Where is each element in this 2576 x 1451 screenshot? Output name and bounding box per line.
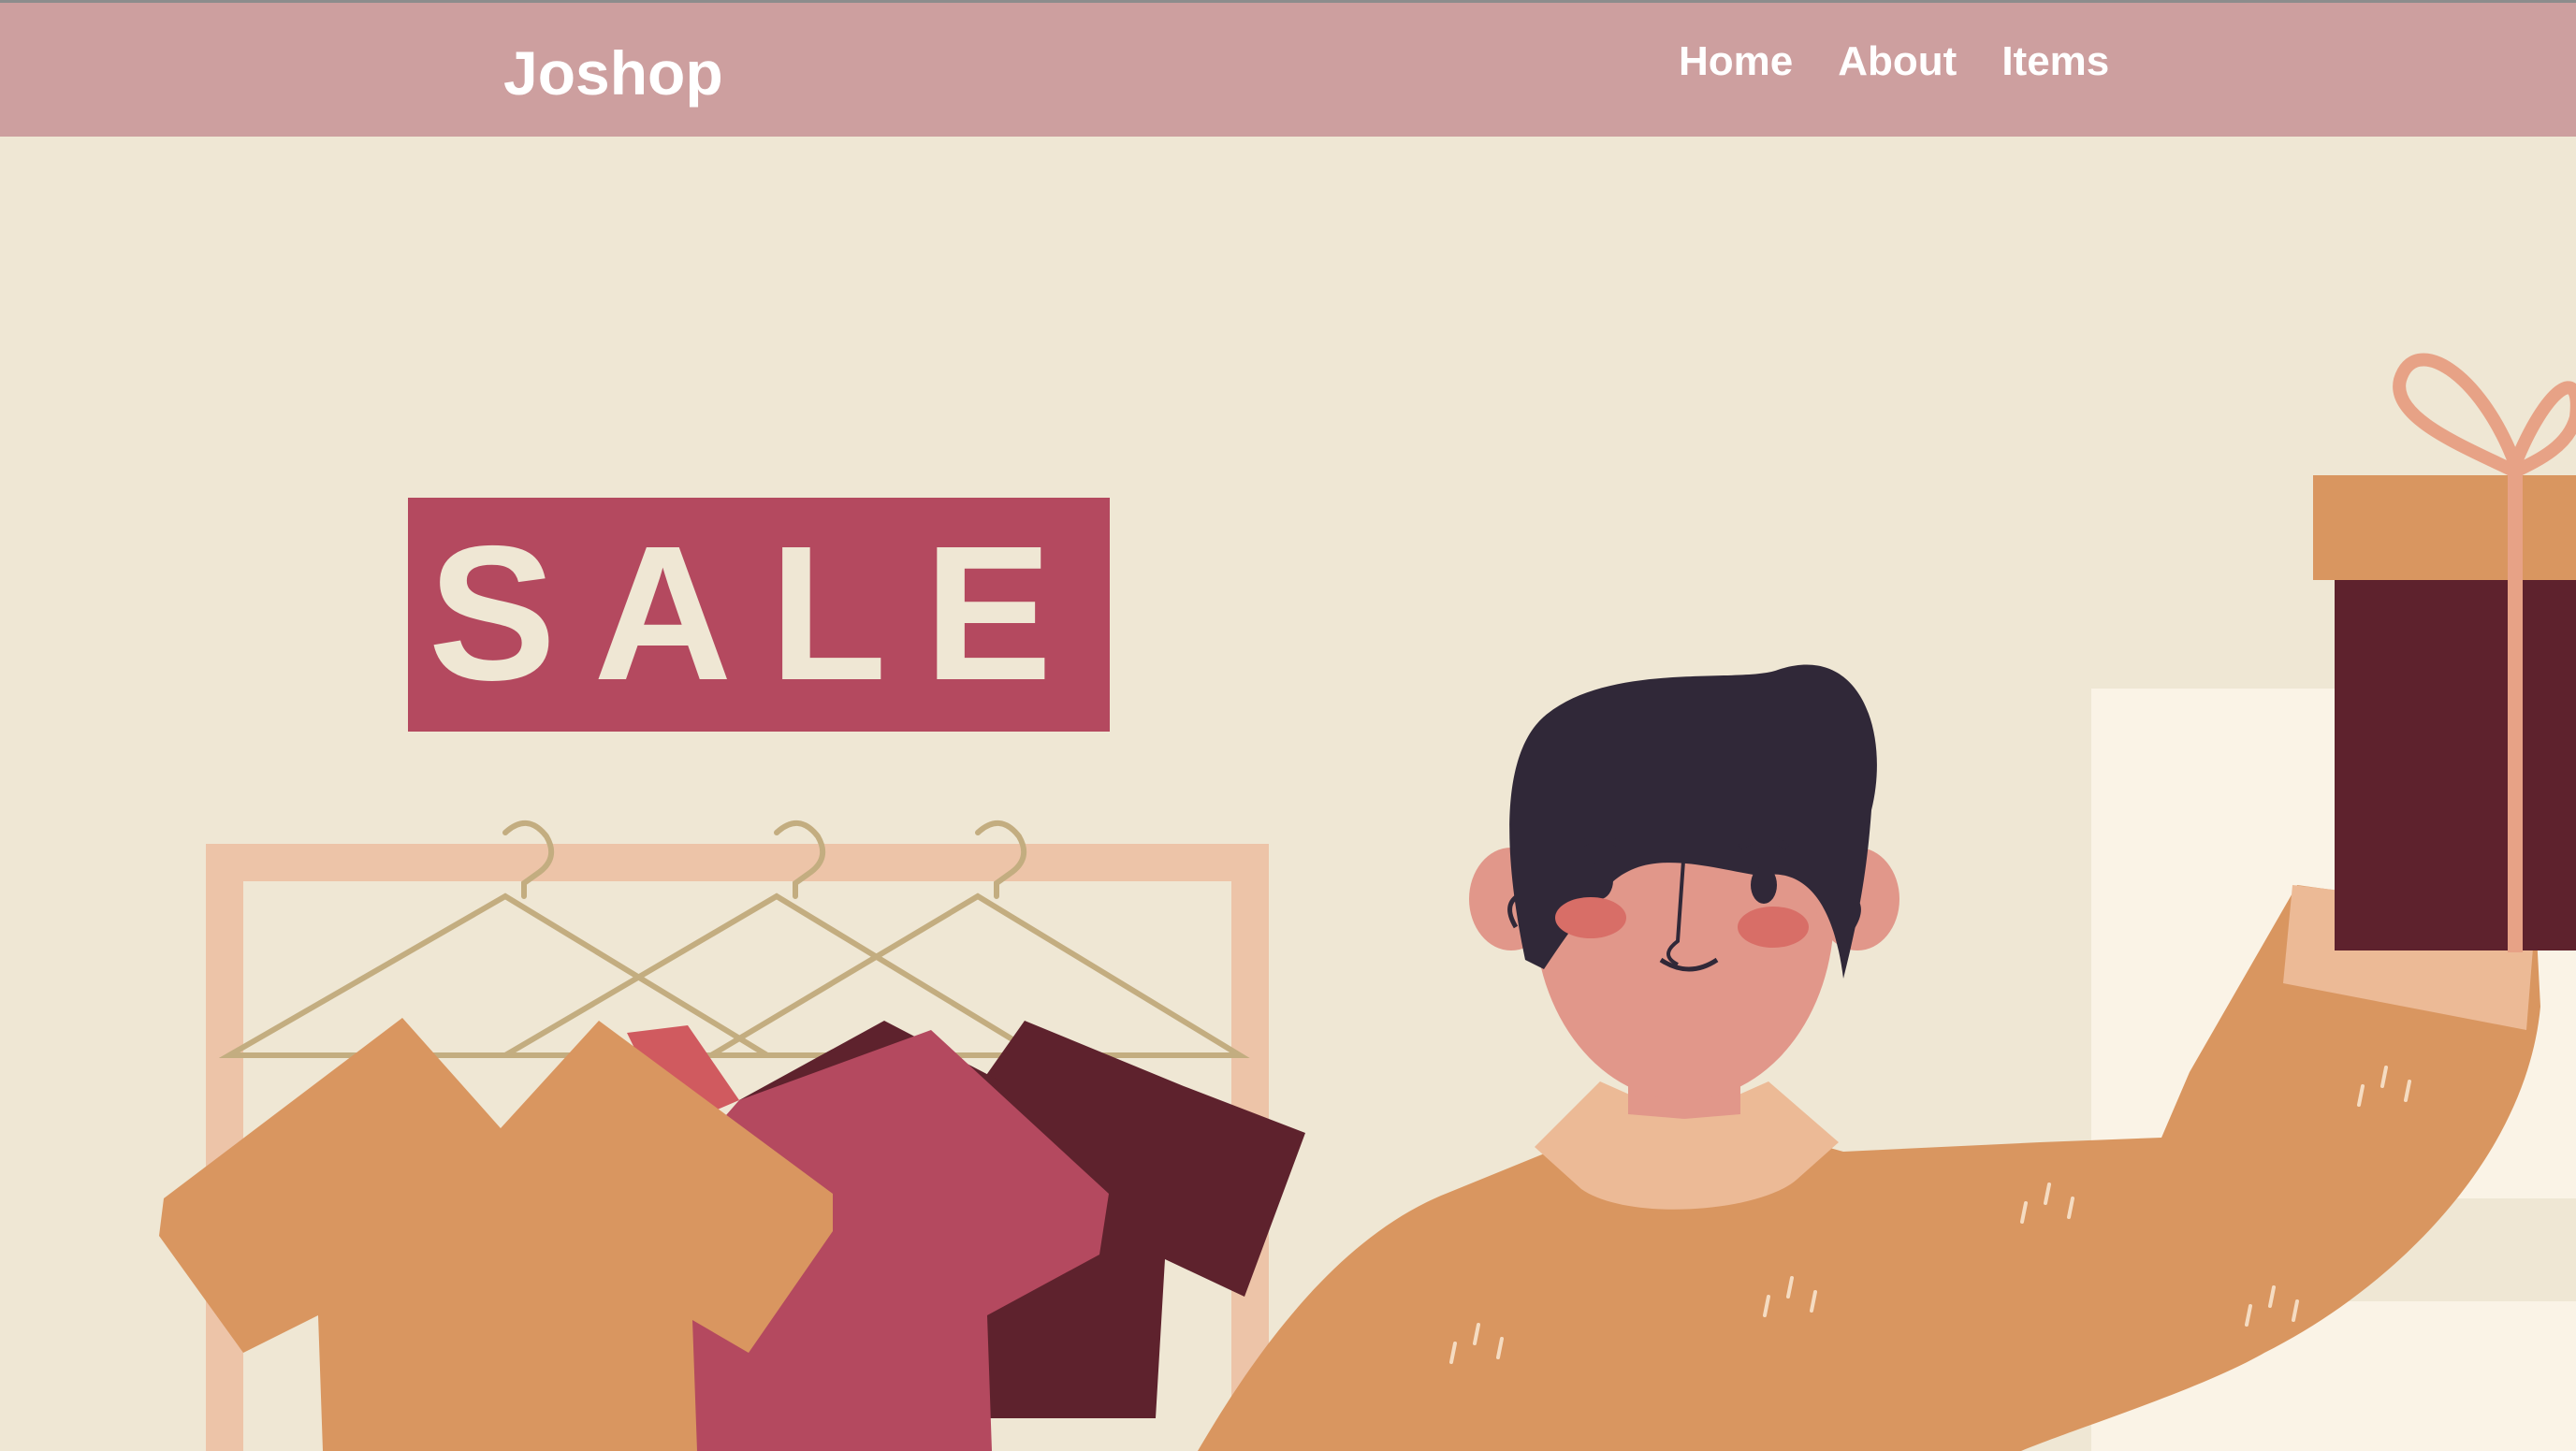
hero-illustration-svg: SALE [159, 353, 2576, 1451]
gift-box [2313, 353, 2576, 952]
nav-link-about[interactable]: About [1838, 29, 1957, 94]
eye-left [1587, 862, 1613, 899]
eye-right [1751, 866, 1777, 904]
hero-illustration: SALE [0, 137, 2576, 1451]
cheek-left [1555, 897, 1626, 938]
gift-box-body [2335, 576, 2576, 950]
gift-ribbon [2508, 475, 2523, 952]
sale-sign-text: SALE [429, 506, 1090, 720]
gift-bow [2393, 353, 2576, 483]
brand-logo-text[interactable]: Joshop [503, 31, 723, 115]
nav-link-items[interactable]: Items [2001, 29, 2109, 94]
nav-links: Home About Items [1679, 29, 2109, 94]
gift-box-lid [2313, 475, 2576, 580]
sale-sign: SALE [408, 498, 1110, 732]
nav-link-home[interactable]: Home [1679, 29, 1793, 94]
top-navbar: Joshop Home About Items [0, 0, 2576, 137]
cheek-right [1738, 907, 1809, 948]
